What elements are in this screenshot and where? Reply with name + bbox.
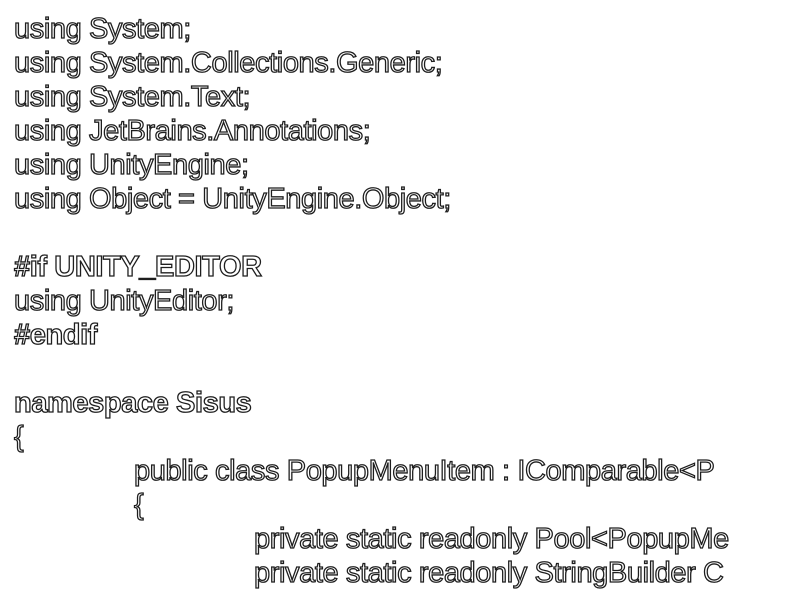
code-line: using UnityEditor;	[13, 284, 235, 317]
code-line: namespace Sisus	[13, 386, 252, 419]
code-line: using System.Text;	[13, 80, 251, 113]
code-line: public class PopupMenuItem : IComparable…	[133, 454, 715, 487]
code-line: using Object = UnityEngine.Object;	[13, 182, 452, 215]
code-canvas: using System; using System.Collections.G…	[0, 0, 800, 600]
code-line: #endif	[13, 318, 98, 351]
code-line: using System.Collections.Generic;	[13, 46, 443, 79]
code-line: private static readonly StringBuilder C	[253, 556, 724, 589]
code-line: {	[13, 420, 24, 453]
code-line: using System;	[13, 12, 192, 45]
code-line: {	[133, 488, 144, 521]
code-line: using UnityEngine;	[13, 148, 249, 181]
code-line: #if UNITY_EDITOR	[13, 250, 262, 283]
code-line: using JetBrains.Annotations;	[13, 114, 371, 147]
code-line: private static readonly Pool<PopupMe	[253, 522, 730, 555]
